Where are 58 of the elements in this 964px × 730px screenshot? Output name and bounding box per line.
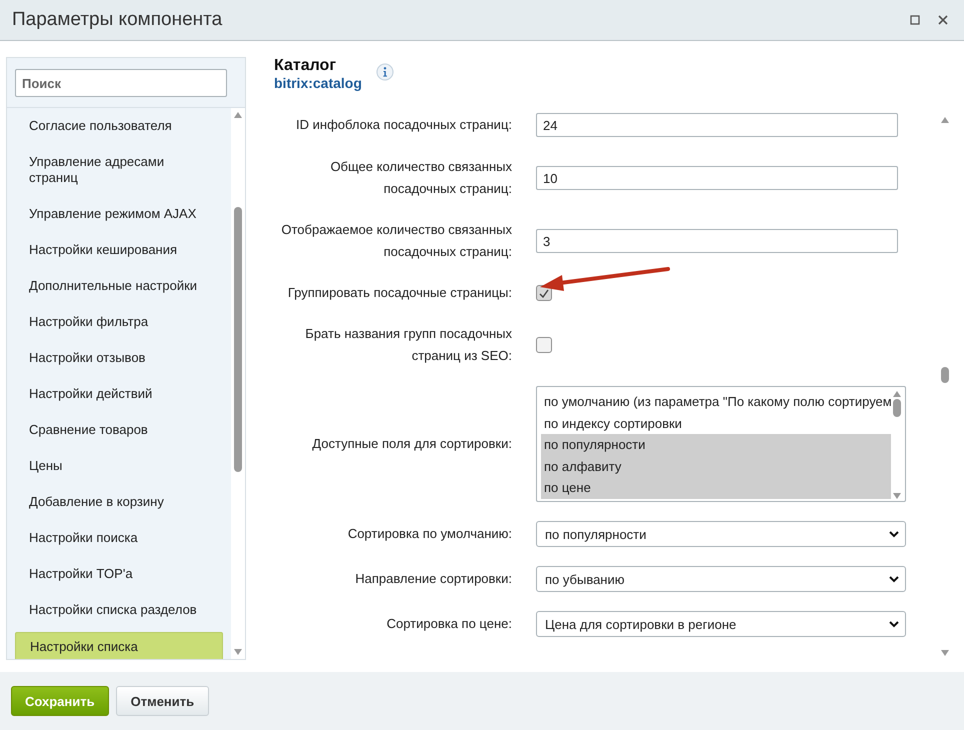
- dropdown[interactable]: по убыванию: [536, 566, 906, 592]
- list-option[interactable]: по алфавиту: [541, 456, 891, 477]
- search-field[interactable]: Поиск: [15, 69, 227, 97]
- sidebar-item[interactable]: Управление режимом AJAX: [15, 200, 223, 228]
- sidebar-item[interactable]: Дополнительные настройки: [15, 272, 223, 300]
- dropdown[interactable]: Цена для сортировки в регионе: [536, 611, 906, 637]
- field-label: Доступные поля для сортировки:: [311, 435, 512, 453]
- scroll-up-icon[interactable]: [893, 391, 901, 397]
- chevron-down-icon: [889, 576, 899, 582]
- field-label: Сортировка по цене:: [386, 615, 512, 633]
- list-option[interactable]: по индексу сортировки: [541, 412, 891, 434]
- text-field[interactable]: 10: [536, 166, 898, 190]
- sidebar-item[interactable]: Настройки фильтра: [15, 308, 223, 336]
- text-field[interactable]: 3: [536, 229, 898, 253]
- sidebar-item[interactable]: Настройки TOP'а: [15, 560, 223, 588]
- scroll-down-icon[interactable]: [234, 649, 242, 655]
- sidebar-item[interactable]: Настройки поиска: [15, 524, 223, 552]
- sidebar-item[interactable]: Настройки отзывов: [15, 344, 223, 372]
- field-label: Брать названия групп посадочных страниц из SEO:: [304, 325, 512, 365]
- list-option[interactable]: по умолчанию (из параметра "По какому полю сортируем: [541, 391, 891, 412]
- scroll-up-icon[interactable]: [234, 112, 242, 118]
- scroll-thumb[interactable]: [234, 207, 242, 472]
- scroll-down-icon[interactable]: [893, 493, 901, 499]
- sidebar-item[interactable]: Настройки списка: [15, 632, 223, 659]
- field-label: Сортировка по умолчанию:: [346, 525, 512, 543]
- maximize-icon[interactable]: [910, 15, 920, 25]
- sidebar-item[interactable]: Настройки действий: [15, 380, 223, 408]
- sidebar-item[interactable]: Настройки кеширования: [15, 236, 223, 264]
- text-field[interactable]: 24: [536, 113, 898, 137]
- component-title: Каталог: [274, 57, 337, 75]
- sidebar-item[interactable]: Согласие пользователя: [15, 112, 223, 140]
- sidebar-item[interactable]: Настройки списка разделов: [15, 596, 223, 624]
- scroll-thumb[interactable]: [941, 367, 949, 383]
- sidebar-item[interactable]: Сравнение товаров: [15, 416, 223, 444]
- scroll-down-icon[interactable]: [941, 650, 949, 656]
- field-label: ID инфоблока посадочных страниц:: [295, 116, 512, 134]
- field-label: Отображаемое количество связанных посадочных страниц:: [280, 221, 512, 261]
- scroll-thumb[interactable]: [893, 399, 901, 417]
- footer-button[interactable]: Отменить: [116, 686, 210, 716]
- field-label: Общее количество связанных посадочных страниц:: [329, 158, 512, 198]
- field-label: Направление сортировки:: [354, 570, 512, 588]
- dropdown[interactable]: по популярности: [536, 521, 906, 547]
- list-option[interactable]: по цене: [541, 477, 891, 498]
- component-code-link[interactable]: bitrix:catalog: [274, 75, 362, 91]
- multi-select-list[interactable]: по умолчанию (из параметра "По какому полю сортируем по индексу сортировки по популярности по алфавиту по цене: [536, 386, 906, 502]
- sidebar-item[interactable]: Цены: [15, 452, 223, 480]
- scroll-up-icon[interactable]: [941, 117, 949, 123]
- close-icon[interactable]: [938, 15, 948, 25]
- chevron-down-icon: [889, 620, 899, 628]
- window-title: Параметры компонента: [12, 9, 222, 31]
- info-icon[interactable]: [376, 63, 394, 81]
- list-option[interactable]: по популярности: [541, 434, 891, 456]
- field-label: Группировать посадочные страницы:: [286, 284, 512, 302]
- chevron-down-icon: [889, 530, 899, 538]
- sidebar-item[interactable]: Добавление в корзину: [15, 488, 223, 516]
- checkmark-icon: [539, 288, 549, 298]
- checkbox[interactable]: [536, 337, 552, 354]
- sidebar-item[interactable]: Управление адресами страниц: [15, 148, 223, 192]
